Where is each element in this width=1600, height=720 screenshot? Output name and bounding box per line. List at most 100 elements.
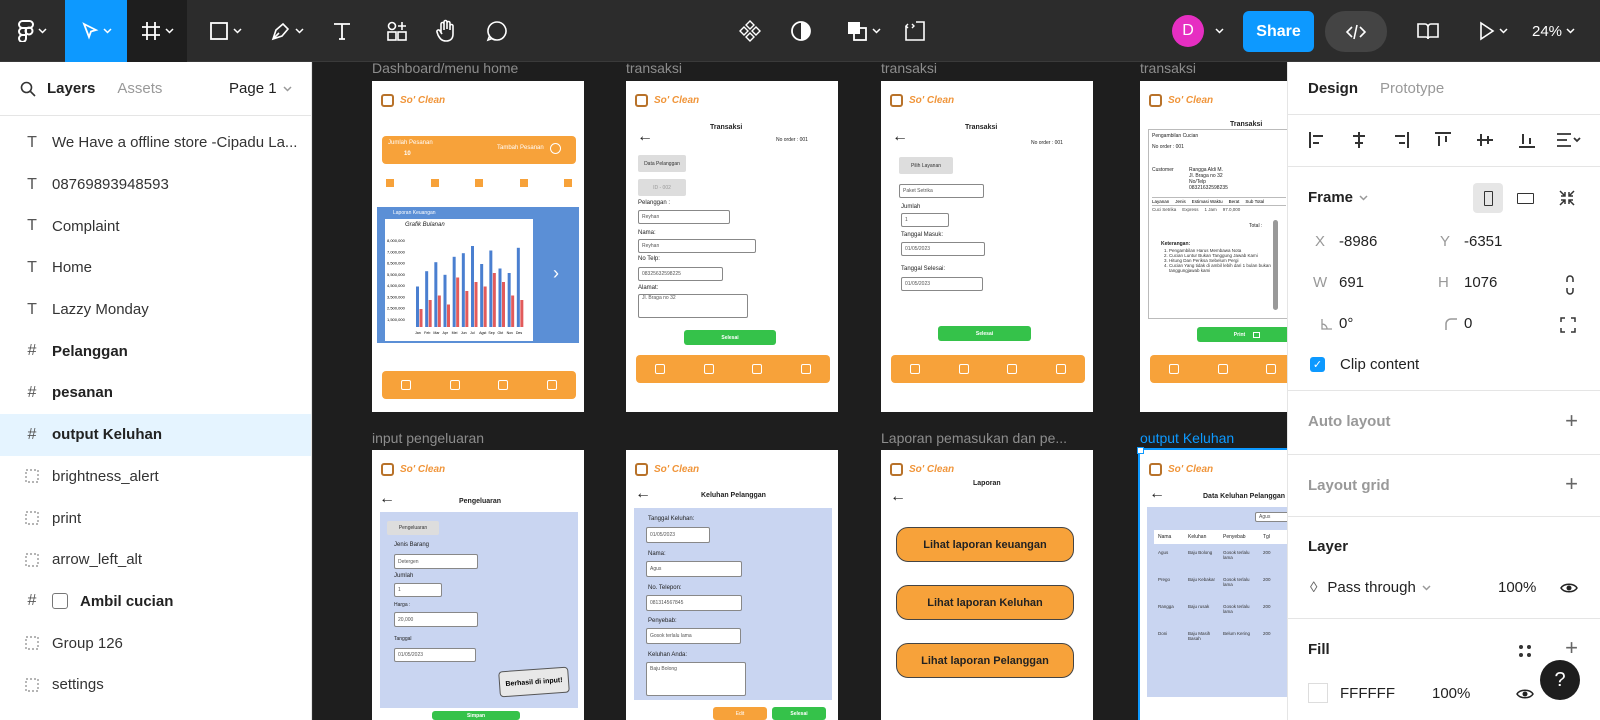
frame-label-transaksi-1[interactable]: transaksi (626, 62, 682, 76)
pen-tool-button[interactable] (262, 0, 312, 62)
layer-row[interactable]: T Complaint (0, 205, 311, 247)
hand-tool-button[interactable] (427, 0, 467, 62)
move-tool-button[interactable] (65, 0, 127, 62)
resize-to-fit-icon[interactable] (1558, 189, 1576, 207)
help-button[interactable]: ? (1540, 660, 1580, 700)
style-grid-icon[interactable] (1518, 644, 1532, 658)
frame-label-transaksi-3[interactable]: transaksi (1140, 62, 1196, 76)
boolean-button[interactable] (838, 0, 888, 62)
layer-opacity[interactable]: 100% (1498, 579, 1536, 596)
constrain-proportions-icon[interactable] (1565, 275, 1575, 295)
frame-label-input-pengeluaran[interactable]: input pengeluaran (372, 430, 484, 446)
component-button[interactable] (730, 0, 770, 62)
frame-laporan[interactable]: So' Clean Laporan ← Lihat laporan keuang… (881, 450, 1093, 720)
layer-row[interactable]: T We Have a offline store -Cipadu La... (0, 122, 311, 164)
pen-icon (271, 22, 289, 41)
frame-output-keluhan[interactable]: So' Clean ← Data Keluhan Pelanggan Agus … (1138, 448, 1287, 720)
frame-type-selector[interactable]: Frame (1308, 189, 1368, 206)
frame-input-pengeluaran[interactable]: So' Clean ← Pengeluaran Pengeluaran Jeni… (372, 450, 584, 720)
fill-row[interactable]: FFFFFF (1308, 683, 1395, 703)
plus-icon[interactable]: + (1565, 635, 1578, 661)
align-horizontal-center-icon[interactable] (1350, 131, 1368, 149)
eye-icon[interactable] (1516, 688, 1534, 700)
layer-row[interactable]: # Ambil cucian (0, 581, 311, 623)
blend-mode-selector[interactable]: ◊ Pass through (1310, 579, 1431, 596)
align-top-icon[interactable] (1434, 131, 1452, 149)
zoom-menu[interactable]: 24% (1532, 0, 1575, 62)
tab-prototype[interactable]: Prototype (1380, 80, 1444, 97)
distribute-icon[interactable] (1556, 131, 1582, 149)
search-icon[interactable] (20, 81, 36, 97)
frame-keluhan-pelanggan[interactable]: So' Clean ← Keluhan Pelanggan Tanggal Ke… (626, 450, 838, 720)
frame-transaksi-1[interactable]: So' Clean Transaksi ← No order : 001 Dat… (626, 81, 838, 412)
receipt-col: Sub Total (1245, 199, 1265, 204)
layer-row[interactable]: settings (0, 664, 311, 706)
selection-handle[interactable] (1137, 447, 1144, 454)
text-tool-button[interactable] (322, 0, 362, 62)
layer-row[interactable]: # Pelanggan (0, 330, 311, 372)
bar-blue (452, 256, 456, 327)
resources-tool-button[interactable] (377, 0, 417, 62)
height-field[interactable]: H 1076 (1438, 274, 1497, 291)
x-tick-label: Mei (452, 331, 458, 335)
layer-row[interactable]: Group 126 (0, 622, 311, 664)
page-selector[interactable]: Page 1 (229, 80, 292, 97)
avatar-menu-button[interactable] (1208, 0, 1230, 62)
chevron-right-icon[interactable]: › (553, 263, 559, 284)
share-button[interactable]: Share (1243, 11, 1314, 52)
customer-report-button: Lihat laporan Pelanggan (896, 643, 1074, 678)
fill-swatch[interactable] (1308, 683, 1328, 703)
dev-mode-toggle[interactable] (1325, 11, 1387, 52)
layer-row[interactable]: # pesanan (0, 372, 311, 414)
plus-icon[interactable]: + (1565, 471, 1578, 497)
tab-design[interactable]: Design (1308, 80, 1358, 97)
layer-row[interactable]: T Lazzy Monday (0, 289, 311, 331)
align-bottom-icon[interactable] (1518, 131, 1536, 149)
mask-button[interactable] (781, 0, 821, 62)
corner-radius-field[interactable]: 0 (1438, 315, 1472, 332)
tab-assets[interactable]: Assets (117, 80, 162, 97)
frame-transaksi-2[interactable]: So' Clean Transaksi ← No order : 001 Pil… (881, 81, 1093, 412)
portrait-toggle[interactable] (1473, 183, 1503, 213)
frame-transaksi-3[interactable]: So' Clean Transaksi Pengambilan Cucian N… (1140, 81, 1287, 412)
comment-tool-button[interactable] (477, 0, 517, 62)
avatar[interactable]: D (1172, 15, 1204, 47)
layer-row[interactable]: print (0, 497, 311, 539)
x-tick-label: Jan (415, 331, 421, 335)
main-menu-button[interactable] (0, 0, 65, 62)
layer-row[interactable]: arrow_left_alt (0, 539, 311, 581)
align-right-icon[interactable] (1392, 131, 1410, 149)
library-button[interactable] (1408, 0, 1448, 62)
receipt-cell: 1 Jam (1204, 207, 1217, 212)
tab-layers[interactable]: Layers (47, 80, 95, 97)
frame-tool-button[interactable] (127, 0, 187, 62)
x-field[interactable]: X -8986 (1315, 233, 1377, 250)
align-vertical-center-icon[interactable] (1476, 131, 1494, 149)
clip-content-checkbox[interactable]: ✓ Clip content (1310, 356, 1419, 373)
canvas[interactable]: Dashboard/menu home transaksi transaksi … (313, 62, 1287, 720)
frame-label-laporan[interactable]: Laporan pemasukan dan pe... (881, 430, 1067, 446)
frame-label-dashboard[interactable]: Dashboard/menu home (372, 62, 518, 76)
y-field[interactable]: Y -6351 (1440, 233, 1502, 250)
frame-dashboard[interactable]: So' Clean Jumlah Pesanan 10 Tambah Pesan… (372, 81, 584, 412)
shape-tool-button[interactable] (200, 0, 250, 62)
rotation-field[interactable]: 0° (1315, 315, 1353, 332)
independent-corners-icon[interactable] (1560, 317, 1576, 333)
layer-name: Complaint (52, 217, 120, 235)
frame-label-output-keluhan[interactable]: output Keluhan (1140, 430, 1234, 446)
layer-row[interactable]: # output Keluhan (0, 413, 311, 456)
layer-row[interactable]: T Home (0, 247, 311, 289)
present-button[interactable] (1468, 0, 1518, 62)
align-left-icon[interactable] (1308, 131, 1326, 149)
landscape-toggle[interactable] (1510, 183, 1540, 213)
logo-text: So' Clean (654, 95, 700, 106)
eye-icon[interactable] (1560, 582, 1578, 594)
dev-handoff-button[interactable] (895, 0, 935, 62)
layer-row[interactable]: brightness_alert (0, 456, 311, 498)
logo-text: So' Clean (654, 464, 700, 475)
plus-icon[interactable]: + (1565, 408, 1578, 434)
fill-opacity[interactable]: 100% (1432, 685, 1470, 702)
frame-label-transaksi-2[interactable]: transaksi (881, 62, 937, 76)
width-field[interactable]: W 691 (1313, 274, 1364, 291)
layer-row[interactable]: T 08769893948593 (0, 164, 311, 206)
